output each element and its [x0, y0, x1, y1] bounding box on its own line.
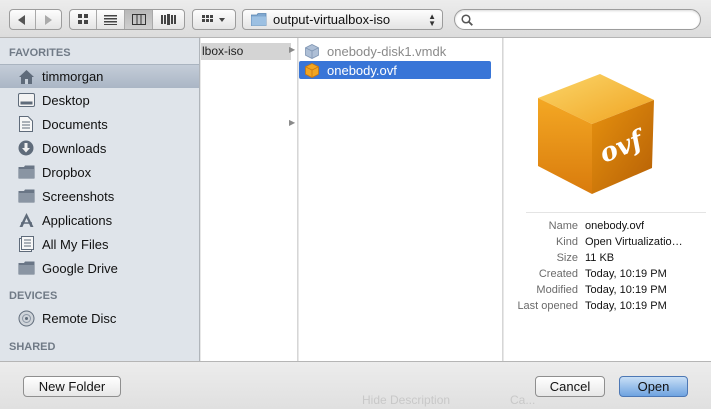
all-files-icon: [16, 235, 36, 253]
sidebar-item-label: Remote Disc: [42, 310, 117, 326]
info-key: Last opened: [517, 300, 578, 312]
disclosure-arrow-icon: ▶: [289, 118, 296, 127]
favorites-header: FAVORITES: [9, 47, 71, 59]
info-row-modified: Modified Today, 10:19 PM: [504, 282, 711, 298]
info-key: Size: [556, 252, 578, 264]
ghost-label: Ca...: [510, 393, 536, 407]
info-row-kind: Kind Open Virtualizatio…: [504, 234, 711, 250]
sidebar-item-label: Desktop: [42, 92, 90, 108]
home-icon: [16, 68, 36, 86]
sidebar-item-desktop[interactable]: Desktop: [0, 88, 199, 112]
folder-icon: [251, 13, 267, 26]
sidebar-item-applications[interactable]: Applications: [0, 208, 199, 232]
file-name: onebody-disk1.vmdk: [327, 43, 447, 59]
coverflow-view-icon: [161, 14, 176, 25]
info-row-last-opened: Last opened Today, 10:19 PM: [504, 298, 711, 314]
sidebar-item-label: Dropbox: [42, 164, 92, 180]
view-mode-control: [69, 9, 185, 30]
path-popup-label: output-virtualbox-iso: [273, 12, 391, 27]
path-popup[interactable]: output-virtualbox-iso ▲ ▼: [242, 9, 443, 30]
back-forward-control: [9, 9, 62, 30]
open-button[interactable]: Open: [619, 376, 688, 397]
info-key: Created: [538, 268, 578, 280]
sidebar-item-label: Downloads: [42, 140, 107, 156]
files-column: onebody-disk1.vmdk: [299, 38, 503, 361]
forward-button[interactable]: [36, 10, 61, 29]
downloads-icon: [16, 139, 36, 157]
sidebar-item-google-drive[interactable]: Google Drive: [0, 256, 199, 280]
info-key: Kind: [555, 236, 578, 248]
hide-description-ghost: Hide Description: [362, 393, 451, 407]
back-button[interactable]: [10, 10, 36, 29]
disclosure-arrow-icon: ▶: [289, 45, 296, 54]
folder-icon: [16, 259, 36, 277]
info-value: Open Virtualizatio…: [585, 236, 683, 248]
sidebar-item-all-my-files[interactable]: All My Files: [0, 232, 199, 256]
sidebar-item-label: Screenshots: [42, 188, 115, 204]
list-view-button[interactable]: [97, 10, 125, 29]
info-value: Today, 10:19 PM: [585, 300, 667, 312]
sidebar-item-label: Applications: [42, 212, 113, 228]
popup-arrows-icon: ▲ ▼: [428, 12, 436, 28]
sidebar-item-label: Google Drive: [42, 260, 118, 276]
bottom-bar: Hide Description Ca... New Folder Cancel…: [0, 361, 711, 409]
search-field[interactable]: [454, 9, 701, 30]
preview-divider: [526, 212, 706, 213]
applications-icon: [16, 211, 36, 229]
toolbar: output-virtualbox-iso ▲ ▼: [0, 0, 711, 38]
file-name: onebody.ovf: [327, 62, 397, 78]
info-key: Modified: [536, 284, 578, 296]
preview-pane: ovf Name onebody.ovf Kind Open Virtualiz…: [504, 38, 711, 361]
list-view-icon: [104, 14, 117, 25]
devices-header: DEVICES: [9, 290, 58, 302]
disc-icon: [16, 309, 36, 327]
back-arrow-icon: [18, 14, 26, 25]
info-value: Today, 10:19 PM: [585, 268, 667, 280]
forward-arrow-icon: [45, 14, 53, 25]
sidebar: FAVORITES timmorgan Desktop Documents Do…: [0, 38, 200, 361]
icon-view-button[interactable]: [70, 10, 97, 29]
sidebar-item-label: All My Files: [42, 236, 109, 252]
info-row-name: Name onebody.ovf: [504, 218, 711, 234]
shared-header: SHARED: [9, 341, 56, 353]
parent-folder-item[interactable]: lbox-iso: [201, 43, 291, 60]
vmdk-icon: [303, 43, 321, 59]
folder-icon: [16, 187, 36, 205]
cancel-button[interactable]: Cancel: [535, 376, 605, 397]
info-value: Today, 10:19 PM: [585, 284, 667, 296]
info-value: 11 KB: [585, 252, 615, 264]
info-row-size: Size 11 KB: [504, 250, 711, 266]
coverflow-view-button[interactable]: [153, 10, 184, 29]
info-row-created: Created Today, 10:19 PM: [504, 266, 711, 282]
new-folder-button[interactable]: New Folder: [23, 376, 121, 397]
parent-column: lbox-iso ▶ ▶: [201, 38, 298, 361]
ovf-icon: [303, 62, 321, 78]
folder-icon: [16, 163, 36, 181]
file-item-ovf[interactable]: onebody.ovf: [299, 61, 491, 79]
column-view-button[interactable]: [125, 10, 153, 29]
sidebar-item-documents[interactable]: Documents: [0, 112, 199, 136]
sidebar-item-downloads[interactable]: Downloads: [0, 136, 199, 160]
sidebar-item-screenshots[interactable]: Screenshots: [0, 184, 199, 208]
file-info: Name onebody.ovf Kind Open Virtualizatio…: [504, 218, 711, 314]
sidebar-item-dropbox[interactable]: Dropbox: [0, 160, 199, 184]
info-key: Name: [548, 220, 578, 232]
column-view-icon: [131, 14, 146, 25]
sidebar-item-label: timmorgan: [42, 69, 104, 84]
desktop-icon: [16, 91, 36, 109]
arrange-grid-icon: [202, 14, 225, 22]
ovf-preview-icon: ovf: [538, 74, 654, 194]
info-value: onebody.ovf: [585, 220, 645, 232]
sidebar-item-remote-disc[interactable]: Remote Disc: [0, 306, 199, 330]
arrange-button[interactable]: [192, 9, 236, 30]
sidebar-item-timmorgan[interactable]: timmorgan: [0, 64, 199, 88]
search-icon: [461, 14, 473, 26]
file-item-vmdk[interactable]: onebody-disk1.vmdk: [299, 42, 491, 60]
sidebar-item-label: Documents: [42, 116, 108, 132]
documents-icon: [16, 115, 36, 133]
icon-view-icon: [77, 14, 88, 24]
